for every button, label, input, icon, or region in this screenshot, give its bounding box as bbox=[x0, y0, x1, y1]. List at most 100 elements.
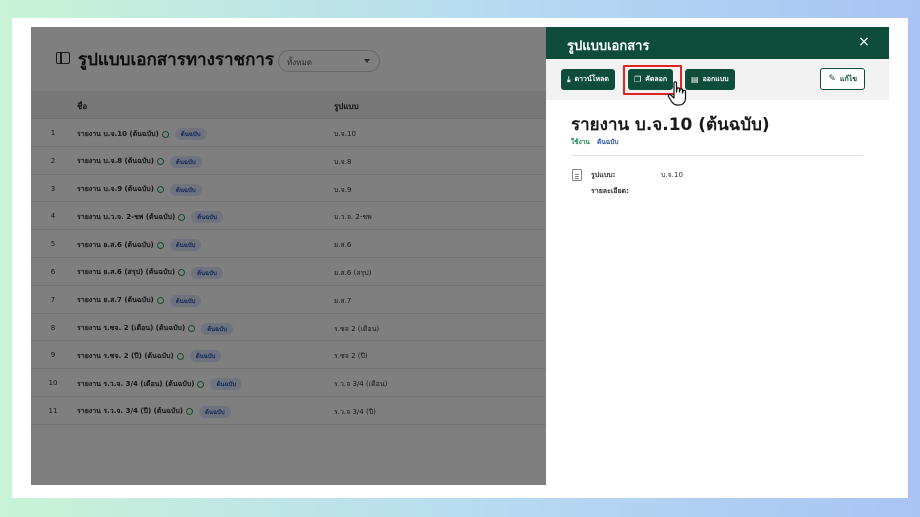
column-header-format: รูปแบบ bbox=[334, 102, 359, 111]
row-name: รายงาน ร.ซจ. 2 (เดือน) (ต้นฉบับ) ต้นฉบับ bbox=[77, 322, 233, 335]
check-circle-icon bbox=[156, 297, 164, 305]
check-circle-icon bbox=[197, 380, 205, 388]
check-circle-icon bbox=[161, 130, 169, 138]
column-header-name: ชื่อ bbox=[77, 102, 88, 111]
panel-title: รูปแบบเอกสาร bbox=[567, 39, 650, 54]
download-icon: ⤓ bbox=[567, 74, 571, 84]
table-header: ชื่อ รูปแบบ bbox=[31, 91, 547, 119]
row-number: 5 bbox=[50, 240, 56, 249]
check-circle-icon bbox=[156, 241, 164, 249]
page-title: รูปแบบเอกสารทางราชการ bbox=[78, 50, 275, 70]
table-row[interactable]: 2 รายงาน บ.จ.8 (ต้นฉบับ) ต้นฉบับ บ.จ.8 bbox=[31, 147, 547, 175]
status-line: ใช้งาน ต้นฉบับ bbox=[571, 137, 618, 147]
status-badge: ต้นฉบับ bbox=[198, 405, 231, 418]
document-detail-panel: รูปแบบเอกสาร × ⤓ ดาวน์โหลด ❐ คัดลอก ▤ ออ… bbox=[546, 27, 889, 487]
row-name: รายงาน ย.ส.6 (สรุป) (ต้นฉบับ) ต้นฉบับ bbox=[77, 266, 223, 279]
row-name: รายงาน ย.ส.7 (ต้นฉบับ) ต้นฉบับ bbox=[77, 294, 202, 307]
table-row[interactable]: 7 รายงาน ย.ส.7 (ต้นฉบับ) ต้นฉบับ ย.ส.7 bbox=[31, 286, 547, 314]
screen-frame: รูปแบบเอกสารทางราชการ ทั้งหมด ชื่อ รูปแบ… bbox=[12, 18, 908, 498]
table-row[interactable]: 10 รายงาน ร.ว.จ. 3/4 (เดือน) (ต้นฉบับ) ต้… bbox=[31, 369, 547, 397]
row-name: รายงาน บ.จ.10 (ต้นฉบับ) ต้นฉบับ bbox=[77, 128, 207, 140]
check-circle-icon bbox=[178, 213, 186, 221]
status-badge: ต้นฉบับ bbox=[191, 211, 223, 224]
original-status: ต้นฉบับ bbox=[597, 138, 619, 146]
row-number: 1 bbox=[50, 129, 56, 137]
status-badge: ต้นฉบับ bbox=[189, 350, 222, 363]
status-badge: ต้นฉบับ bbox=[201, 322, 233, 335]
row-name: รายงาน บ.จ.8 (ต้นฉบับ) ต้นฉบับ bbox=[77, 155, 202, 168]
row-number: 3 bbox=[50, 184, 56, 193]
filter-select[interactable]: ทั้งหมด bbox=[278, 50, 380, 72]
status-badge: ต้นฉบับ bbox=[169, 294, 202, 307]
row-name: รายงาน ร.ว.จ. 3/4 (ปี) (ต้นฉบับ) ต้นฉบับ bbox=[77, 405, 231, 418]
status-badge: ต้นฉบับ bbox=[169, 183, 202, 196]
row-number: 8 bbox=[50, 323, 56, 332]
status-badge: ต้นฉบับ bbox=[174, 128, 207, 140]
design-button[interactable]: ▤ ออกแบบ bbox=[685, 69, 735, 90]
row-number: 2 bbox=[50, 156, 56, 165]
copy-button[interactable]: ❐ คัดลอก bbox=[628, 69, 674, 90]
filter-select-value: ทั้งหมด bbox=[287, 58, 312, 67]
row-name: รายงาน บ.จ.9 (ต้นฉบับ) ต้นฉบับ bbox=[77, 183, 202, 196]
row-name: รายงาน ร.ซจ. 2 (ปี) (ต้นฉบับ) ต้นฉบับ bbox=[77, 350, 222, 363]
status-badge: ต้นฉบับ bbox=[169, 155, 202, 168]
copy-icon: ❐ bbox=[634, 74, 642, 84]
row-format: ร.ซจ 2 (ปี) bbox=[334, 352, 368, 361]
panel-header: รูปแบบเอกสาร × bbox=[546, 27, 889, 59]
table-row[interactable]: 9 รายงาน ร.ซจ. 2 (ปี) (ต้นฉบับ) ต้นฉบับ ร… bbox=[31, 341, 547, 370]
table-row[interactable]: 11 รายงาน ร.ว.จ. 3/4 (ปี) (ต้นฉบับ) ต้นฉบ… bbox=[31, 397, 547, 425]
row-number: 11 bbox=[48, 406, 58, 415]
download-button[interactable]: ⤓ ดาวน์โหลด bbox=[561, 69, 615, 90]
page-header: รูปแบบเอกสารทางราชการ ทั้งหมด bbox=[31, 27, 547, 91]
table-row[interactable]: 1 รายงาน บ.จ.10 (ต้นฉบับ) ต้นฉบับ บ.จ.10 bbox=[31, 119, 547, 147]
edit-button[interactable]: ✎ แก้ไข bbox=[820, 68, 865, 90]
row-number: 10 bbox=[48, 379, 58, 388]
row-number: 6 bbox=[50, 267, 56, 276]
table-row[interactable]: 5 รายงาน ย.ส.6 (ต้นฉบับ) ต้นฉบับ ย.ส.6 bbox=[31, 230, 547, 258]
document-list-page: รูปแบบเอกสารทางราชการ ทั้งหมด ชื่อ รูปแบ… bbox=[31, 27, 547, 485]
table-body: 1 รายงาน บ.จ.10 (ต้นฉบับ) ต้นฉบับ บ.จ.10 … bbox=[31, 119, 547, 425]
row-format: บ.จ.10 bbox=[334, 130, 356, 138]
row-number: 7 bbox=[50, 295, 56, 304]
edit-icon: ✎ bbox=[828, 74, 836, 84]
table-row[interactable]: 4 รายงาน บ.ว.จ. 2-ชพ (ต้นฉบับ) ต้นฉบับ บ.… bbox=[31, 202, 547, 231]
row-number: 9 bbox=[50, 351, 56, 360]
row-format: บ.จ.9 bbox=[334, 185, 352, 194]
check-circle-icon bbox=[156, 186, 164, 194]
row-number: 4 bbox=[50, 212, 56, 221]
check-circle-icon bbox=[176, 352, 184, 360]
detail-label: รายละเอียด: bbox=[591, 187, 629, 195]
table-row[interactable]: 8 รายงาน ร.ซจ. 2 (เดือน) (ต้นฉบับ) ต้นฉบั… bbox=[31, 314, 547, 342]
row-format: ร.ซจ 2 (เดือน) bbox=[334, 324, 380, 333]
status-badge: ต้นฉบับ bbox=[191, 266, 223, 279]
row-format: ย.ส.6 (สรุป) bbox=[334, 268, 372, 277]
row-format: ย.ส.6 bbox=[334, 241, 352, 250]
copy-button-label: คัดลอก bbox=[645, 75, 668, 83]
sidebar-toggle-icon[interactable] bbox=[56, 52, 70, 64]
row-format: ร.ว.จ 3/4 (เดือน) bbox=[334, 380, 388, 389]
design-button-label: ออกแบบ bbox=[702, 75, 729, 83]
document-icon: ▤ bbox=[691, 74, 699, 84]
format-value: บ.จ.10 bbox=[661, 171, 683, 179]
status-badge: ต้นฉบับ bbox=[210, 378, 243, 391]
active-status: ใช้งาน bbox=[571, 138, 590, 146]
row-name: รายงาน ร.ว.จ. 3/4 (เดือน) (ต้นฉบับ) ต้นฉบ… bbox=[77, 378, 243, 391]
row-format: บ.ว.จ. 2-ชพ bbox=[334, 213, 372, 222]
divider bbox=[571, 155, 863, 156]
format-label: รูปแบบ: bbox=[591, 171, 616, 179]
close-icon[interactable]: × bbox=[857, 35, 871, 49]
panel-toolbar: ⤓ ดาวน์โหลด ❐ คัดลอก ▤ ออกแบบ ✎ แก้ไข bbox=[546, 59, 889, 100]
check-circle-icon bbox=[156, 158, 164, 166]
row-name: รายงาน ย.ส.6 (ต้นฉบับ) ต้นฉบับ bbox=[77, 239, 202, 252]
row-name: รายงาน บ.ว.จ. 2-ชพ (ต้นฉบับ) ต้นฉบับ bbox=[77, 211, 223, 224]
status-badge: ต้นฉบับ bbox=[169, 239, 202, 252]
download-button-label: ดาวน์โหลด bbox=[574, 75, 609, 83]
edit-button-label: แก้ไข bbox=[839, 74, 857, 83]
document-title: รายงาน บ.จ.10 (ต้นฉบับ) bbox=[571, 115, 770, 135]
row-format: ร.ว.จ 3/4 (ปี) bbox=[334, 407, 376, 416]
check-circle-icon bbox=[188, 325, 196, 333]
table-row[interactable]: 6 รายงาน ย.ส.6 (สรุป) (ต้นฉบับ) ต้นฉบับ ย… bbox=[31, 258, 547, 286]
document-icon bbox=[572, 169, 582, 181]
row-format: บ.จ.8 bbox=[334, 157, 352, 166]
table-row[interactable]: 3 รายงาน บ.จ.9 (ต้นฉบับ) ต้นฉบับ บ.จ.9 bbox=[31, 175, 547, 203]
